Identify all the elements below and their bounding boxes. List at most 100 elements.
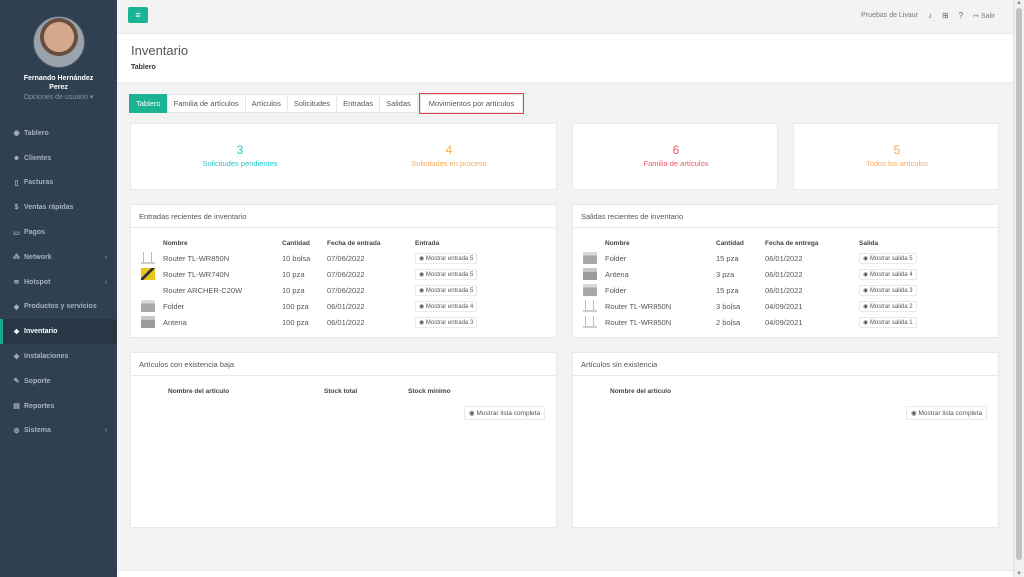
sidebar-item-hotspot[interactable]: ≋ Hotspot ‹	[0, 270, 117, 295]
user-name[interactable]: Fernando Hernández Perez	[0, 74, 117, 92]
caret-down-icon: ▾	[89, 94, 94, 101]
sidebar-item-pagos[interactable]: ▭ Pagos	[0, 220, 117, 245]
dollar-icon: $	[14, 204, 19, 212]
column-header: Entrada	[415, 240, 440, 247]
sidebar-item-ventas[interactable]: $ Ventas rápidas	[0, 195, 117, 220]
solicitudes-proceso-stat[interactable]: 4 Solicitudes en proceso	[384, 143, 514, 168]
sidebar-item-clientes[interactable]: ☻ Clientes	[0, 146, 117, 171]
sidebar-item-label: Network	[24, 253, 52, 261]
sidebar-item-network[interactable]: ⁂ Network ‹	[0, 245, 117, 270]
router-image	[141, 252, 155, 264]
item-date: 04/09/2021	[765, 317, 803, 327]
sidebar-item-inventario[interactable]: ❖ Inventario	[0, 319, 117, 345]
page-scrollbar[interactable]: ▲ ▼	[1013, 0, 1024, 577]
show-entry-label: Mostrar entrada 3	[425, 319, 474, 326]
column-header: Nombre del artículo	[610, 388, 672, 395]
show-exit-button[interactable]: ◉ Mostrar salida 1	[859, 316, 917, 328]
account-name[interactable]: Pruebas de Livaur	[861, 12, 918, 19]
sitemap-icon: ⁂	[13, 254, 20, 262]
item-name: Router TL-WR850N	[605, 317, 672, 327]
table-row: Router ARCHER-C20W 10 pza 07/06/2022 ◉ M…	[141, 282, 541, 298]
scrollbar-thumb[interactable]	[1016, 8, 1022, 560]
router-image	[583, 316, 597, 328]
entradas-panel: Entradas recientes de inventario Nombre …	[130, 204, 557, 338]
book-icon: ▤	[13, 403, 20, 411]
expand-icon[interactable]: ⊞	[942, 11, 949, 20]
show-entry-button[interactable]: ◉ Mostrar entrada 3	[415, 316, 478, 328]
logout-link[interactable]: ↦ Salir	[973, 12, 995, 20]
sidebar-item-label: Hotspot	[24, 278, 51, 286]
cogs-icon: ⚙	[13, 427, 20, 435]
scroll-up-icon[interactable]: ▲	[1016, 0, 1022, 6]
help-icon[interactable]: ?	[959, 11, 963, 20]
show-exit-button[interactable]: ◉ Mostrar salida 2	[859, 300, 917, 312]
thumb-cell	[583, 282, 605, 298]
item-quantity: 100 pza	[282, 317, 309, 327]
sidebar-item-productos[interactable]: ◆ Productos y servicios	[0, 295, 117, 320]
table-row: Folder 100 pza 06/01/2022 ◉ Mostrar entr…	[141, 298, 541, 314]
eye-icon: ◉	[863, 271, 869, 278]
chevron-left-icon: ‹	[104, 427, 107, 435]
column-header: Cantidad	[282, 240, 310, 247]
table-row: Router TL-WR850N 2 bolsa 04/09/2021 ◉ Mo…	[583, 314, 983, 330]
column-header: Stock mínimo	[408, 388, 451, 395]
thumb-cell	[141, 266, 163, 282]
tab-movimientos-por-articulos[interactable]: Movimientos por artículos	[418, 93, 525, 114]
breadcrumb[interactable]: Tablero	[131, 64, 156, 71]
sidebar-item-sistema[interactable]: ⚙ Sistema ‹	[0, 419, 117, 444]
show-entry-button[interactable]: ◉ Mostrar entrada 4	[415, 300, 478, 312]
eye-icon: ◉	[419, 303, 425, 310]
tab-entradas[interactable]: Entradas	[336, 94, 381, 113]
thumb-cell	[583, 266, 605, 282]
item-name: Antena	[163, 317, 187, 327]
show-full-list-button[interactable]: ◉ Mostrar lista completa	[906, 406, 988, 420]
item-date: 06/01/2022	[765, 285, 803, 295]
show-exit-button[interactable]: ◉ Mostrar salida 5	[859, 252, 917, 264]
show-full-list-label: Mostrar lista completa	[918, 410, 983, 417]
action-cell: ◉ Mostrar salida 3	[859, 282, 983, 298]
item-quantity: 3 bolsa	[716, 301, 741, 311]
tab-tablero[interactable]: Tablero	[129, 94, 168, 113]
item-name: Folder	[605, 253, 627, 263]
sidebar-item-label: Ventas rápidas	[24, 204, 74, 212]
tab-familia-articulos[interactable]: Familia de artículos	[166, 94, 246, 113]
menu-toggle-button[interactable]: ≡	[128, 7, 148, 23]
tab-solicitudes[interactable]: Solicitudes	[286, 94, 338, 113]
tab-salidas[interactable]: Salidas	[379, 94, 418, 113]
thumb-cell	[141, 282, 163, 298]
familia-articulos-stat[interactable]: 6 Familia de artículos	[573, 143, 779, 168]
table-row: Router TL-WR740N 10 pza 07/06/2022 ◉ Mos…	[141, 266, 541, 282]
sidebar-item-tablero[interactable]: ◉ Tablero	[0, 121, 117, 146]
show-exit-button[interactable]: ◉ Mostrar salida 4	[859, 268, 917, 280]
thumb-cell	[141, 298, 163, 314]
tab-articulos[interactable]: Artículos	[244, 94, 288, 113]
show-exit-button[interactable]: ◉ Mostrar salida 3	[859, 284, 917, 296]
action-cell: ◉ Mostrar entrada 4	[415, 298, 541, 314]
eye-icon: ◉	[863, 255, 869, 262]
sidebar-item-soporte[interactable]: ✎ Soporte	[0, 369, 117, 394]
item-date: 04/09/2021	[765, 301, 803, 311]
show-entry-button[interactable]: ◉ Mostrar entrada 5	[415, 284, 478, 296]
entradas-table: Nombre Cantidad Fecha de entrada Entrada…	[141, 237, 541, 330]
hamburger-icon: ≡	[135, 10, 141, 20]
show-entry-button[interactable]: ◉ Mostrar entrada 5	[415, 268, 478, 280]
scroll-down-icon[interactable]: ▼	[1016, 571, 1022, 577]
user-options-dropdown[interactable]: Opciones de usuario ▾	[0, 93, 117, 101]
item-date: 06/01/2022	[765, 269, 803, 279]
sidebar-item-instalaciones[interactable]: ✥ Instalaciones	[0, 344, 117, 369]
stat-label: Familia de artículos	[643, 159, 709, 168]
todos-stats-box: 5 Todos los artículos	[793, 123, 999, 190]
todos-articulos-stat[interactable]: 5 Todos los artículos	[794, 143, 1000, 168]
existencia-baja-table: Nombre del artículo Stock total Stock mí…	[168, 385, 528, 398]
avatar[interactable]	[32, 16, 85, 68]
solicitudes-pendientes-stat[interactable]: 3 Solicitudes pendientes	[175, 143, 305, 168]
stat-value: 5	[893, 143, 901, 157]
user-options-label: Opciones de usuario	[23, 94, 88, 101]
sidebar-item-reportes[interactable]: ▤ Reportes	[0, 394, 117, 419]
sidebar-item-facturas[interactable]: ▯ Facturas	[0, 171, 117, 196]
eye-icon: ◉	[419, 271, 425, 278]
bell-icon[interactable]: ♪	[928, 11, 932, 20]
show-entry-button[interactable]: ◉ Mostrar entrada 5	[415, 252, 478, 264]
show-entry-label: Mostrar entrada 5	[425, 255, 474, 262]
show-full-list-button[interactable]: ◉ Mostrar lista completa	[464, 406, 546, 420]
